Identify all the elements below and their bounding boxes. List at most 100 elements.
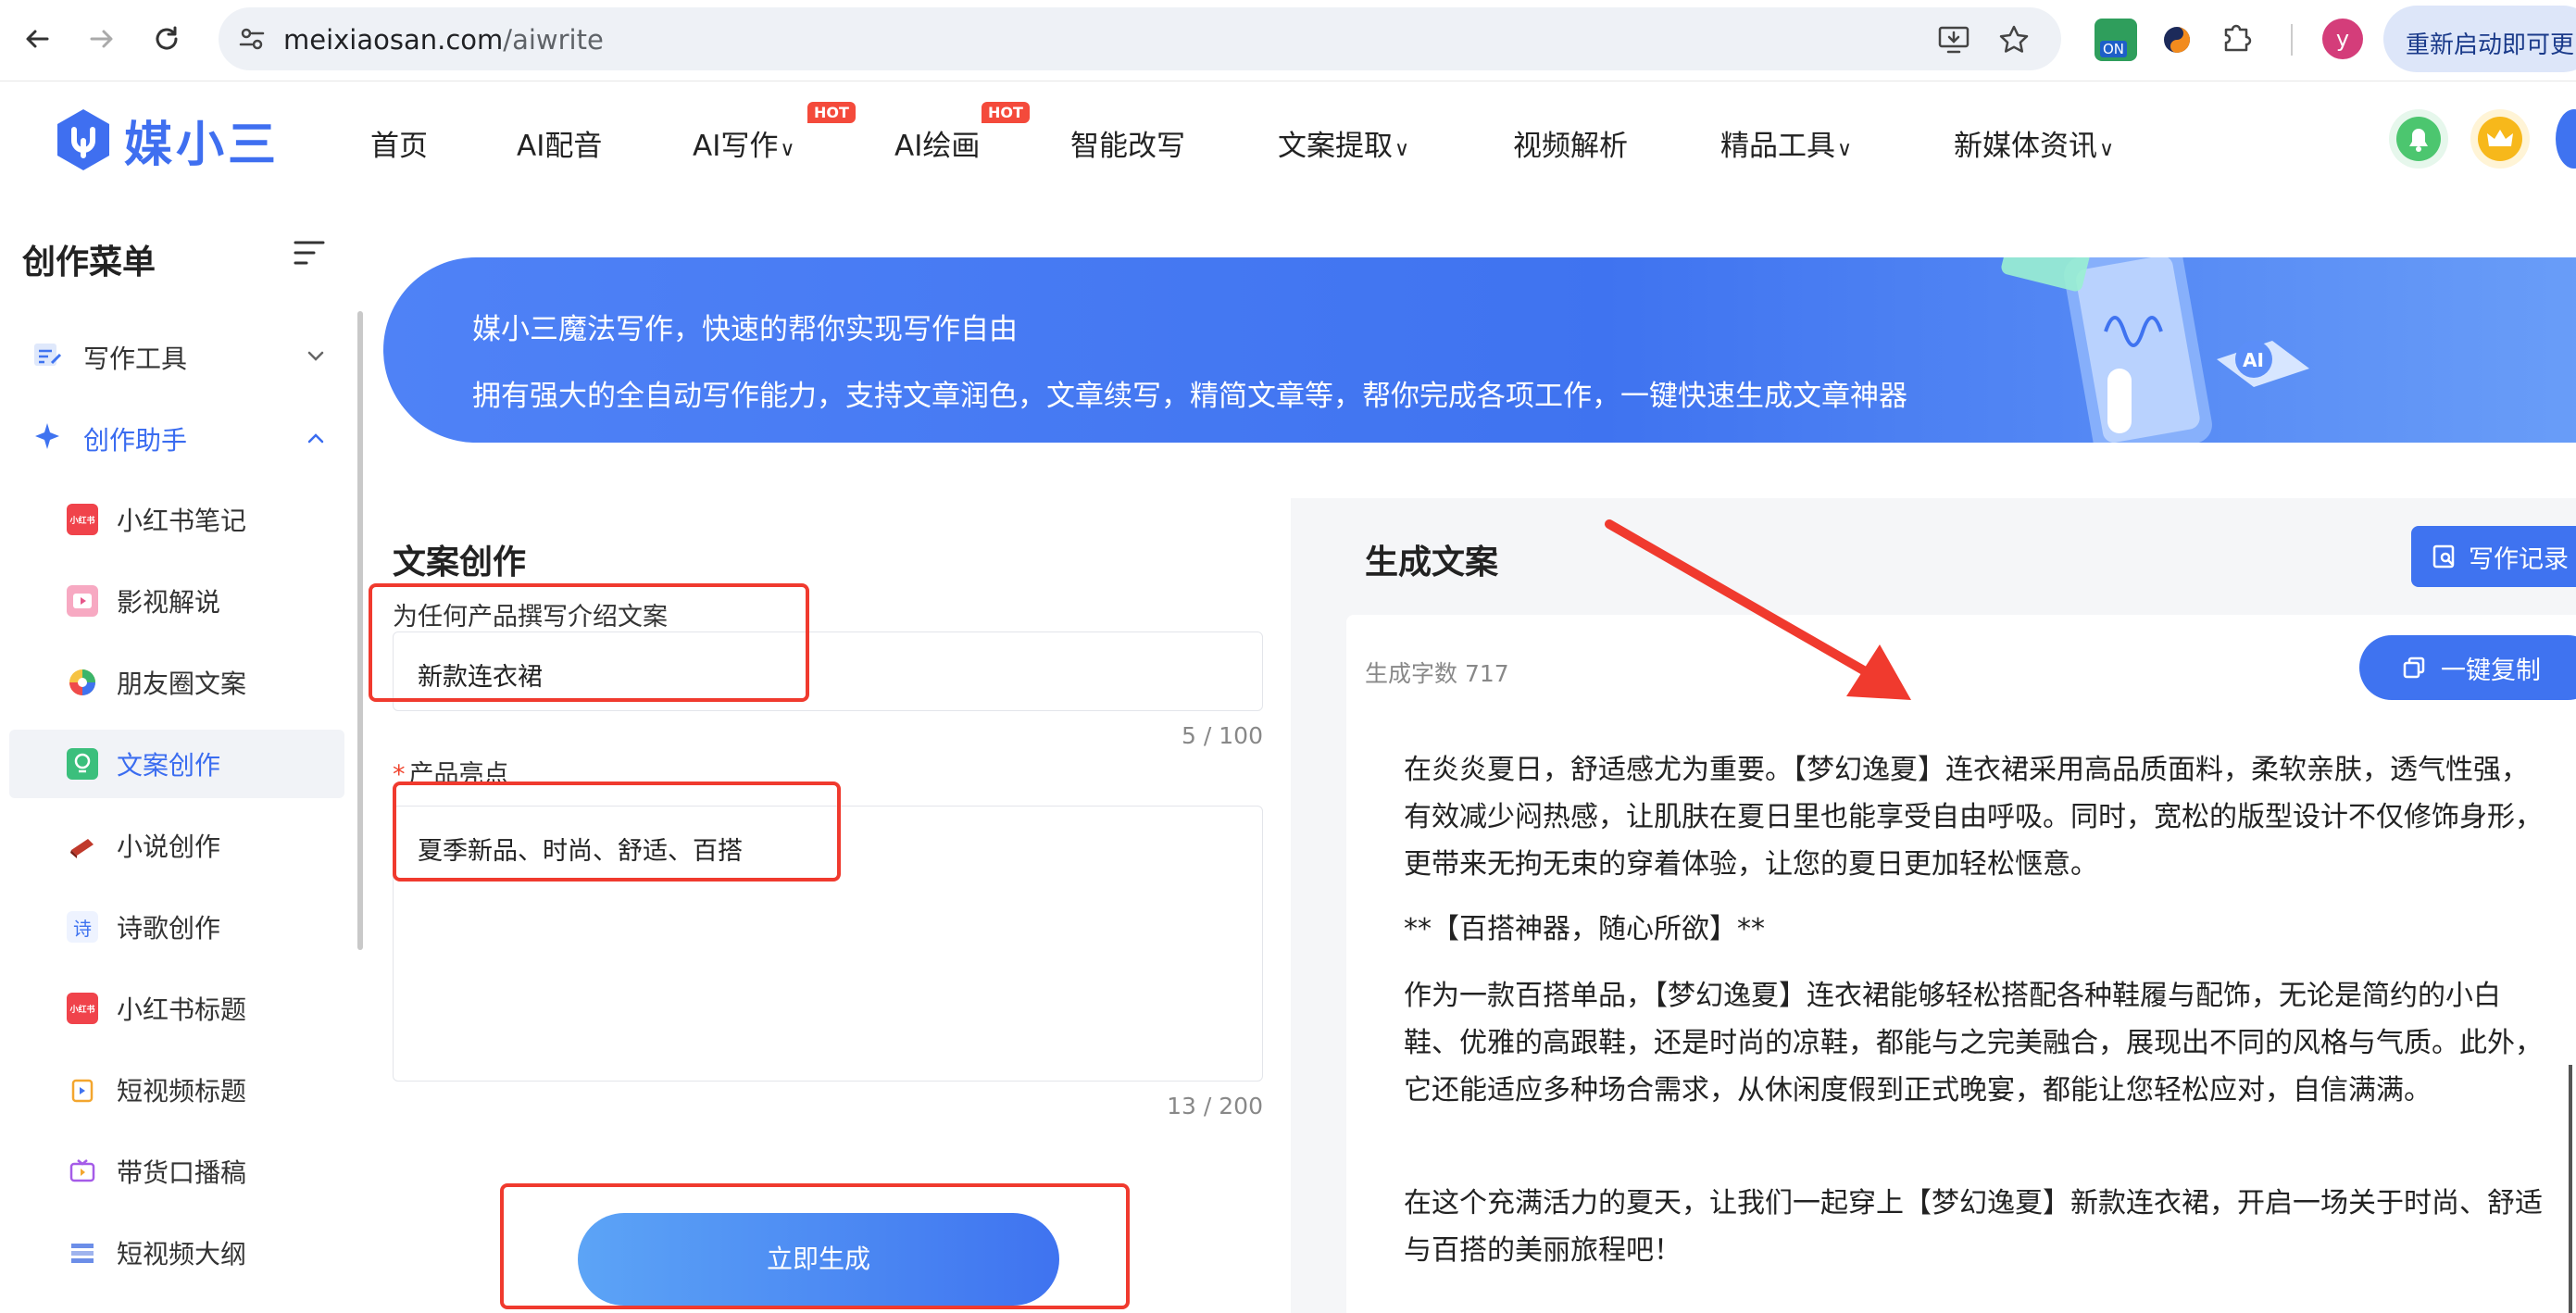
nav-label: 视频解析 — [1513, 130, 1628, 163]
output-paragraph: 在这个充满活力的夏天，让我们一起穿上【梦幻逸夏】新款连衣裙，开启一场关于时尚、舒… — [1404, 1187, 2543, 1267]
profile-avatar[interactable]: y — [2322, 19, 2363, 59]
chevron-up-icon — [304, 426, 328, 456]
output-paragraph: **【百搭神器，随心所欲】** — [1404, 913, 1765, 945]
site-logo[interactable]: 媒小三 — [54, 107, 280, 173]
nav-label: 文案提取 — [1278, 130, 1393, 163]
moments-icon — [67, 667, 98, 698]
chevron-down-icon: ∨ — [780, 138, 795, 161]
writing-tools-icon — [31, 339, 63, 377]
sidebar-item-moments-copy[interactable]: 朋友圈文案 — [9, 648, 344, 717]
nav-label: 首页 — [370, 130, 428, 163]
back-icon[interactable] — [17, 19, 57, 59]
sidebar-group-writing-tools[interactable]: 写作工具 — [31, 330, 328, 385]
chevron-down-icon — [304, 344, 328, 375]
annotation-box-generate — [500, 1183, 1130, 1309]
sidebar-item-short-video-outline[interactable]: 短视频大纲 — [9, 1219, 344, 1287]
sidebar-item-label: 带货口播稿 — [117, 1157, 247, 1188]
product-char-counter: 5 / 100 — [1182, 722, 1263, 749]
page-scrollbar[interactable] — [2569, 1065, 2572, 1313]
extension-swirl-icon[interactable] — [2156, 19, 2198, 61]
chevron-down-icon: ∨ — [1837, 138, 1853, 161]
url-host: meixiaosan.com — [283, 24, 504, 56]
nav-home[interactable]: 首页 — [370, 122, 428, 164]
nav-premium-tools[interactable]: 精品工具∨ — [1720, 122, 1852, 164]
site-header: 媒小三 首页 AI配音 AI写作∨ HOT AI绘画 HOT 智能改写 文案提取… — [0, 81, 2576, 202]
output-title: 生成文案 — [1365, 544, 1499, 581]
book-icon — [67, 830, 98, 861]
url-text: meixiaosan.com/aiwrite — [283, 24, 604, 56]
extensions-puzzle-icon[interactable] — [2219, 19, 2261, 61]
nav-label: 精品工具 — [1720, 130, 1835, 163]
nav-label: 智能改写 — [1070, 130, 1185, 163]
sidebar-item-copywriting[interactable]: 文案创作 — [9, 730, 344, 798]
writing-record-button[interactable]: 写作记录 — [2411, 526, 2576, 587]
banner-art-badge: AI — [2243, 349, 2264, 371]
banner-headline: 媒小三魔法写作，快速的帮你实现写作自由 — [472, 313, 1018, 346]
sidebar-item-label: 小说创作 — [117, 832, 221, 862]
extension-on-icon[interactable]: ON — [2095, 19, 2137, 61]
vip-crown-icon[interactable] — [2470, 109, 2530, 169]
sidebar-item-label: 小红书笔记 — [117, 506, 247, 536]
sidebar-item-label: 朋友圈文案 — [117, 669, 247, 699]
ai-phone-illustration-icon: AI — [2001, 257, 2309, 443]
nav-video-parse[interactable]: 视频解析 — [1513, 122, 1628, 164]
notification-bell-icon[interactable] — [2389, 109, 2448, 169]
highlights-char-counter: 13 / 200 — [1167, 1093, 1263, 1119]
sidebar-item-short-video-title[interactable]: 短视频标题 — [9, 1056, 344, 1124]
sidebar-group-creation-assistant[interactable]: 创作助手 — [31, 411, 328, 467]
nav-smart-rewrite[interactable]: 智能改写 — [1070, 122, 1185, 164]
nav-label: AI绘画 — [894, 130, 981, 163]
record-icon — [2432, 544, 2457, 569]
sidebar-item-novel[interactable]: 小说创作 — [9, 811, 344, 880]
browser-toolbar: meixiaosan.com/aiwrite ON y 重新启动即可更 — [0, 0, 2576, 81]
site-settings-icon[interactable] — [237, 24, 267, 57]
annotation-box-highlights — [393, 782, 841, 882]
sidebar-item-label: 文案创作 — [117, 750, 221, 781]
bookmark-star-icon[interactable] — [1998, 24, 2030, 59]
nav-media-news[interactable]: 新媒体资讯∨ — [1954, 122, 2114, 164]
sidebar-item-film-commentary[interactable]: 影视解说 — [9, 567, 344, 635]
sidebar-item-label: 小红书标题 — [117, 994, 247, 1025]
sidebar-item-label: 短视频标题 — [117, 1076, 247, 1107]
hot-badge: HOT — [807, 102, 856, 123]
video-icon — [67, 585, 98, 617]
install-app-icon[interactable] — [1937, 24, 1970, 59]
poem-icon: 诗 — [67, 911, 98, 943]
copy-label: 一键复制 — [2441, 656, 2541, 685]
sidebar-group-label: 创作助手 — [83, 425, 188, 456]
word-count: 生成字数 717 — [1365, 660, 1509, 687]
nav-ai-voice[interactable]: AI配音 — [517, 122, 602, 164]
reload-icon[interactable] — [146, 19, 187, 59]
outline-icon — [67, 1237, 98, 1269]
sidebar-item-xiaohongshu-notes[interactable]: 小红书 小红书笔记 — [9, 485, 344, 554]
copy-all-button[interactable]: 一键复制 — [2359, 635, 2576, 700]
nav-ai-writing[interactable]: AI写作∨ — [693, 122, 794, 164]
sidebar-item-live-sale-script[interactable]: 带货口播稿 — [9, 1137, 344, 1206]
sidebar-item-xiaohongshu-title[interactable]: 小红书 小红书标题 — [9, 974, 344, 1043]
sidebar-item-label: 影视解说 — [117, 587, 221, 618]
output-paragraph: 作为一款百搭单品，【梦幻逸夏】连衣裙能够轻松搭配各种鞋履与配饰，无论是简约的小白… — [1404, 980, 2543, 1107]
annotation-arrow-icon — [1605, 519, 1911, 700]
xiaohongshu-icon: 小红书 — [67, 993, 98, 1024]
hot-badge: HOT — [982, 102, 1030, 123]
live-sale-icon — [67, 1156, 98, 1187]
address-bar[interactable]: meixiaosan.com/aiwrite — [219, 7, 2061, 70]
short-video-icon — [67, 1074, 98, 1106]
extension-badge: ON — [2100, 41, 2128, 57]
sidebar-scrollbar[interactable] — [357, 311, 363, 950]
form-title: 文案创作 — [393, 544, 527, 581]
nav-copy-extract[interactable]: 文案提取∨ — [1278, 122, 1409, 164]
hero-banner: 媒小三魔法写作，快速的帮你实现写作自由 拥有强大的全自动写作能力，支持文章润色，… — [383, 257, 2576, 443]
nav-ai-drawing[interactable]: AI绘画 — [894, 122, 980, 164]
sidebar: 创作菜单 写作工具 创作助手 小红书 小红书笔记 影视解说 朋友圈文案 文案创作… — [0, 202, 363, 1313]
toolbar-divider — [2291, 24, 2293, 56]
relaunch-button[interactable]: 重新启动即可更 — [2383, 6, 2576, 72]
sidebar-collapse-icon[interactable] — [293, 239, 326, 270]
nav-label: AI写作 — [693, 130, 779, 163]
xiaohongshu-icon: 小红书 — [67, 504, 98, 535]
forward-icon[interactable] — [81, 19, 122, 59]
record-label: 写作记录 — [2469, 544, 2569, 574]
user-avatar[interactable] — [2556, 109, 2576, 169]
sidebar-item-poetry[interactable]: 诗 诗歌创作 — [9, 893, 344, 961]
sidebar-item-label: 短视频大纲 — [117, 1239, 247, 1269]
